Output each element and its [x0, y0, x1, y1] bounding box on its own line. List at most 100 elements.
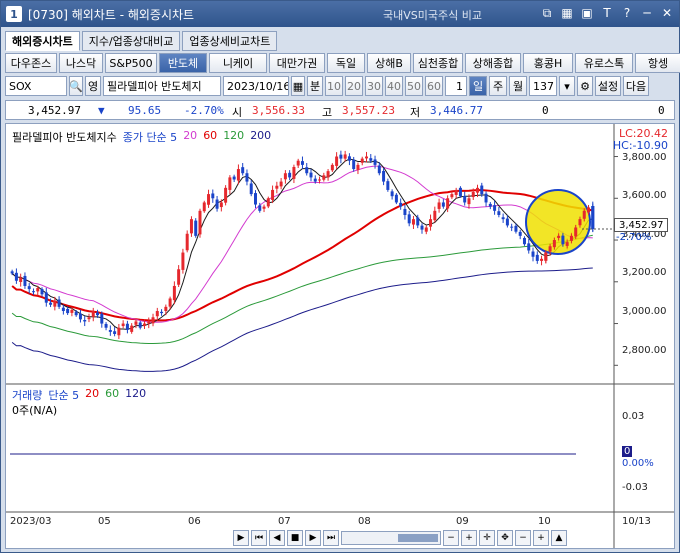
candle-body — [339, 154, 343, 159]
ma200-line — [11, 267, 593, 372]
candle-body — [578, 219, 582, 226]
date-input[interactable]: 2023/10/16 — [223, 76, 289, 96]
minimize-icon[interactable]: ─ — [639, 5, 655, 21]
next-button[interactable]: 다음 — [623, 76, 649, 96]
current-pct-tag: -2.70% — [616, 232, 652, 243]
candle-body — [164, 306, 168, 312]
minus-icon[interactable]: − — [515, 530, 531, 546]
period-week[interactable]: 주 — [489, 76, 507, 96]
price-chart[interactable] — [6, 124, 674, 548]
settings-button[interactable]: 설정 — [595, 76, 621, 96]
save-icon[interactable]: ▣ — [579, 5, 595, 21]
search-icon[interactable]: 🔍 — [69, 76, 83, 96]
prev-icon[interactable]: ◀ — [269, 530, 285, 546]
market-hangseng[interactable]: 항셍 — [635, 53, 680, 73]
volume-label: 거래량 — [12, 389, 43, 402]
candle-body — [347, 156, 351, 161]
candle-body — [454, 189, 458, 195]
candle-body — [249, 183, 253, 195]
market-shenzhen[interactable]: 심천종합 — [413, 53, 463, 73]
market-shanghai-b[interactable]: 상해B — [367, 53, 411, 73]
chevron-down-icon[interactable]: ▾ — [559, 76, 575, 96]
chart-scrollbar[interactable] — [341, 531, 441, 545]
market-semiconductor[interactable]: 반도체 — [159, 53, 207, 73]
candle-body — [198, 210, 202, 235]
help-icon[interactable]: ? — [619, 5, 635, 21]
market-shanghai[interactable]: 상해종합 — [465, 53, 521, 73]
candle-body — [113, 331, 117, 334]
gear-icon[interactable]: ⚙ — [577, 76, 593, 96]
minute-10[interactable]: 10 — [325, 76, 343, 96]
last-icon[interactable]: ⏭ — [323, 530, 339, 546]
candle-body — [390, 191, 394, 197]
crosshair-icon[interactable]: ✛ — [479, 530, 495, 546]
candle-body — [292, 166, 296, 179]
plus-icon[interactable]: + — [533, 530, 549, 546]
count-input[interactable]: 1 — [445, 76, 467, 96]
market-taiwan[interactable]: 대만가권 — [269, 53, 325, 73]
candle-body — [275, 185, 279, 189]
tab-sector-compare[interactable]: 업종상세비교차트 — [182, 31, 278, 51]
period-month[interactable]: 월 — [509, 76, 527, 96]
market-nikkei[interactable]: 니케이 — [209, 53, 267, 73]
symbol-type-button[interactable]: 영 — [85, 76, 101, 96]
candle-body — [91, 311, 95, 317]
candle-body — [480, 185, 484, 195]
candle-body — [335, 156, 339, 166]
minute-30[interactable]: 30 — [365, 76, 383, 96]
minute-40[interactable]: 40 — [385, 76, 403, 96]
minute-button[interactable]: 분 — [307, 76, 323, 96]
calendar-icon[interactable]: ▦ — [291, 76, 305, 96]
market-eurostoxx[interactable]: 유로스톡 — [575, 53, 633, 73]
pan-icon[interactable]: ✥ — [497, 530, 513, 546]
scroll-thumb[interactable] — [398, 534, 438, 542]
grid-icon[interactable]: ▦ — [559, 5, 575, 21]
link-icon[interactable]: ⧉ — [539, 5, 555, 21]
next-icon[interactable]: ▶ — [305, 530, 321, 546]
tab-index-compare[interactable]: 지수/업종상대비교 — [81, 31, 181, 51]
minute-60[interactable]: 60 — [425, 76, 443, 96]
candle-body — [27, 286, 31, 290]
market-nasdaq[interactable]: 나스닥 — [59, 53, 103, 73]
candle-body — [138, 322, 142, 328]
candle-body — [501, 217, 505, 220]
candle-body — [23, 275, 27, 286]
candle-body — [399, 202, 403, 207]
period-day[interactable]: 일 — [469, 76, 487, 96]
minute-20[interactable]: 20 — [345, 76, 363, 96]
market-sp500[interactable]: S&P500 — [105, 53, 157, 73]
tab-overseas-chart[interactable]: 해외증시차트 — [5, 31, 80, 51]
candle-body — [322, 175, 326, 180]
minute-50[interactable]: 50 — [405, 76, 423, 96]
bars-input[interactable]: 137 — [529, 76, 557, 96]
zoom-in-icon[interactable]: + — [461, 530, 477, 546]
candle-body — [505, 218, 509, 226]
volume-value: 0 — [542, 104, 549, 117]
market-germany[interactable]: 독일 — [327, 53, 365, 73]
candle-body — [548, 246, 552, 252]
symbol-input[interactable]: SOX — [5, 76, 67, 96]
last-price: 3,452.97 — [28, 104, 81, 117]
compare-link[interactable]: 국내VS미국주식 비교 — [383, 7, 482, 23]
close-icon[interactable]: ✕ — [659, 5, 675, 21]
stop-icon[interactable]: ■ — [287, 530, 303, 546]
candle-body — [10, 271, 14, 274]
vol-y-pct: 0.00% — [622, 458, 654, 469]
market-dow[interactable]: 다우존스 — [5, 53, 57, 73]
chart-area[interactable]: 필라델피아 반도체지수 종가 단순 5 20 60 120 200 LC:20.… — [5, 123, 675, 549]
candle-body — [365, 156, 368, 159]
candle-body — [117, 327, 121, 336]
play-icon[interactable]: ▶ — [233, 530, 249, 546]
first-icon[interactable]: ⏮ — [251, 530, 267, 546]
candle-body — [87, 317, 91, 320]
x-tick-10-13: 10/13 — [622, 516, 651, 527]
candle-body — [224, 187, 228, 203]
font-icon[interactable]: T — [599, 5, 615, 21]
zoom-out-icon[interactable]: − — [443, 530, 459, 546]
candle-body — [411, 219, 415, 225]
arrow-up-icon[interactable]: ▲ — [551, 530, 567, 546]
chart-window: 1 [0730] 해외차트 - 해외증시차트 국내VS미국주식 비교 ⧉ ▦ ▣… — [0, 0, 680, 553]
x-tick-09: 09 — [456, 516, 469, 527]
candle-body — [202, 202, 206, 212]
market-hongkong-h[interactable]: 홍콩H — [523, 53, 573, 73]
